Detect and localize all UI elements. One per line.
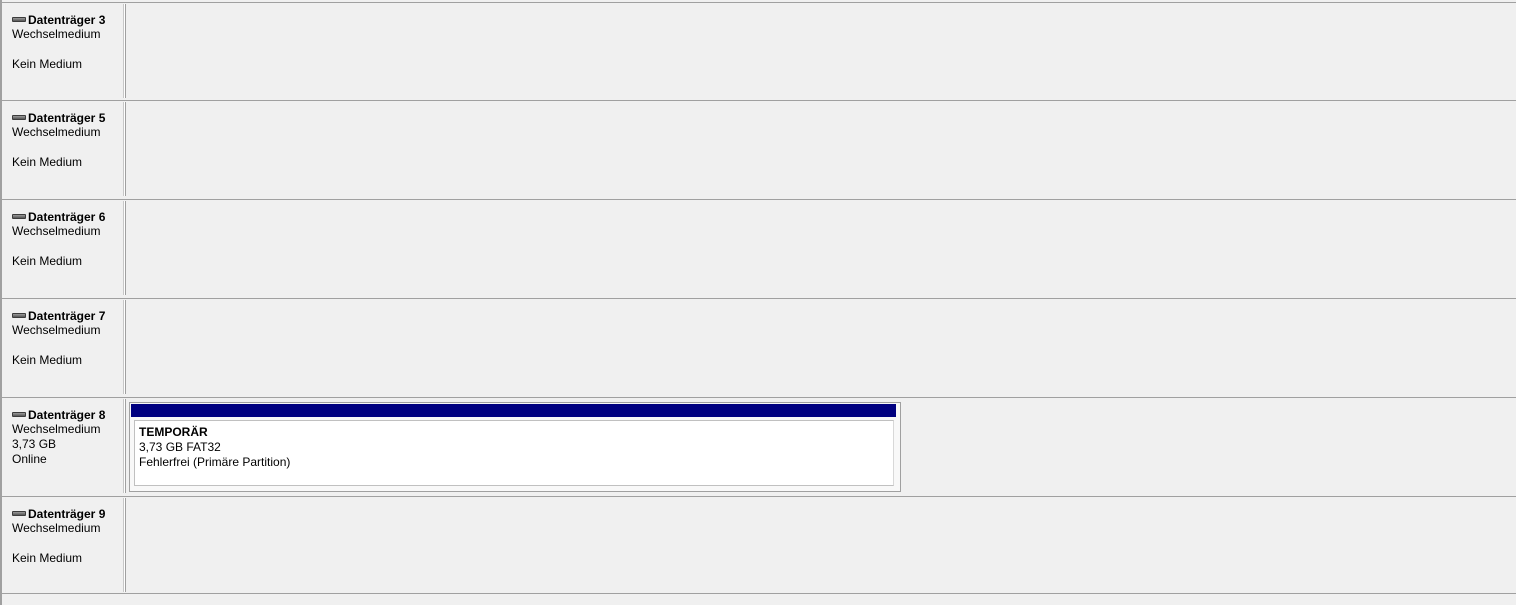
disk-size: 3,73 GB xyxy=(12,437,57,451)
disk-size xyxy=(12,338,123,353)
disk-size xyxy=(12,140,123,155)
partition-body[interactable]: TEMPORÄR 3,73 GB FAT32 Fehlerfrei (Primä… xyxy=(134,420,894,486)
disk-info-panel[interactable]: Datenträger 6 Wechselmedium Kein Medium xyxy=(4,201,124,295)
disk-title: Datenträger 6 xyxy=(12,209,123,224)
disk-area xyxy=(127,299,1516,395)
disk-type: Wechselmedium xyxy=(12,27,101,41)
partition-label: TEMPORÄR xyxy=(139,425,208,439)
disk-area: TEMPORÄR 3,73 GB FAT32 Fehlerfrei (Primä… xyxy=(127,398,1516,494)
disk-title: Datenträger 9 xyxy=(12,506,123,521)
disk-list: Datenträger 3 Wechselmedium Kein Medium … xyxy=(0,0,1516,605)
disk-title: Datenträger 8 xyxy=(12,407,123,422)
disk-status: Online xyxy=(12,452,47,466)
disk-status: Kein Medium xyxy=(12,155,83,169)
disk-row-6[interactable]: Datenträger 6 Wechselmedium Kein Medium xyxy=(2,199,1516,296)
disk-size xyxy=(12,42,123,57)
disk-status: Kein Medium xyxy=(12,353,83,367)
disk-name: Datenträger 8 xyxy=(28,407,106,422)
disk-info-panel[interactable]: Datenträger 9 Wechselmedium Kein Medium xyxy=(4,498,124,592)
disk-type: Wechselmedium xyxy=(12,323,101,337)
disk-info-panel[interactable]: Datenträger 3 Wechselmedium Kein Medium xyxy=(4,4,124,98)
disk-size xyxy=(12,536,123,551)
disk-status: Kein Medium xyxy=(12,254,83,268)
partition-size-fs: 3,73 GB FAT32 xyxy=(139,440,221,454)
disk-type: Wechselmedium xyxy=(12,125,101,139)
disk-row-3[interactable]: Datenträger 3 Wechselmedium Kein Medium xyxy=(2,2,1516,99)
disk-name: Datenträger 3 xyxy=(28,12,106,27)
disk-name: Datenträger 7 xyxy=(28,308,106,323)
removable-disk-icon xyxy=(12,313,26,318)
removable-disk-icon xyxy=(12,17,26,22)
disk-type: Wechselmedium xyxy=(12,521,101,535)
disk-status: Kein Medium xyxy=(12,551,83,565)
removable-disk-icon xyxy=(12,214,26,219)
disk-row-5[interactable]: Datenträger 5 Wechselmedium Kein Medium xyxy=(2,100,1516,197)
disk-info-panel[interactable]: Datenträger 8 Wechselmedium 3,73 GB Onli… xyxy=(4,399,124,493)
disk-area xyxy=(127,101,1516,197)
disk-info-panel[interactable]: Datenträger 7 Wechselmedium Kein Medium xyxy=(4,300,124,394)
disk-title: Datenträger 5 xyxy=(12,110,123,125)
disk-row-7[interactable]: Datenträger 7 Wechselmedium Kein Medium xyxy=(2,298,1516,395)
partition-color-bar xyxy=(131,404,896,417)
partition-temporaer[interactable]: TEMPORÄR 3,73 GB FAT32 Fehlerfrei (Primä… xyxy=(129,402,901,492)
removable-disk-icon xyxy=(12,115,26,120)
disk-size xyxy=(12,239,123,254)
removable-disk-icon xyxy=(12,511,26,516)
disk-area xyxy=(127,3,1516,99)
disk-name: Datenträger 6 xyxy=(28,209,106,224)
disk-row-9[interactable]: Datenträger 9 Wechselmedium Kein Medium xyxy=(2,496,1516,594)
disk-title: Datenträger 3 xyxy=(12,12,123,27)
disk-info-panel[interactable]: Datenträger 5 Wechselmedium Kein Medium xyxy=(4,102,124,196)
disk-area xyxy=(127,497,1516,593)
disk-status: Kein Medium xyxy=(12,57,83,71)
partition-health: Fehlerfrei (Primäre Partition) xyxy=(139,455,291,469)
disk-title: Datenträger 7 xyxy=(12,308,123,323)
disk-area xyxy=(127,200,1516,296)
disk-row-8[interactable]: Datenträger 8 Wechselmedium 3,73 GB Onli… xyxy=(2,397,1516,494)
disk-name: Datenträger 5 xyxy=(28,110,106,125)
disk-type: Wechselmedium xyxy=(12,422,101,436)
disk-name: Datenträger 9 xyxy=(28,506,106,521)
disk-type: Wechselmedium xyxy=(12,224,101,238)
removable-disk-icon xyxy=(12,412,26,417)
